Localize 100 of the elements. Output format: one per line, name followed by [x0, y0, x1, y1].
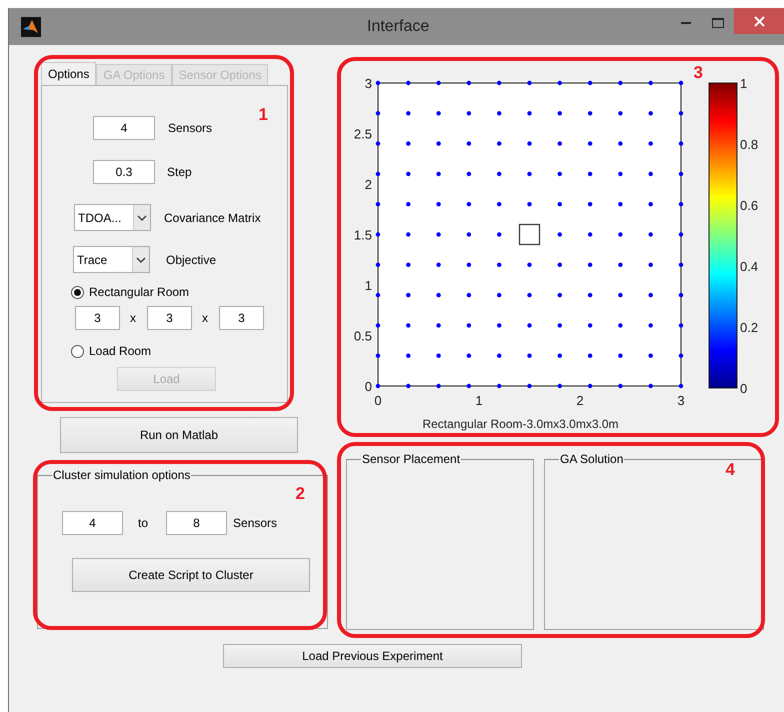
- data-point: [406, 141, 410, 146]
- field-label: Objective: [166, 252, 216, 266]
- load-previous-button[interactable]: Load Previous Experiment: [223, 644, 522, 668]
- data-point: [497, 292, 502, 298]
- dropdown[interactable]: TDOA...: [74, 204, 151, 231]
- data-point: [618, 141, 623, 146]
- radio-label: Rectangular Room: [89, 285, 190, 299]
- data-point: [406, 111, 410, 116]
- data-point: [406, 202, 410, 206]
- data-point: [558, 80, 562, 86]
- unit-label: Sensors: [233, 516, 278, 530]
- group-title: Cluster simulation options: [52, 468, 192, 482]
- data-point: [648, 202, 653, 206]
- data-point: [678, 384, 684, 388]
- colorbar-tick-label: 1: [740, 76, 748, 91]
- annotation-number: 4: [726, 460, 735, 480]
- colorbar-tick-label: 0.4: [740, 259, 758, 274]
- data-point: [406, 80, 410, 86]
- room-size-field[interactable]: 3: [219, 306, 264, 330]
- max-sensors-field[interactable]: 8: [166, 511, 228, 535]
- data-point: [466, 354, 472, 358]
- y-tick-label: 0.5: [354, 328, 372, 344]
- data-point: [497, 202, 502, 206]
- app-logo-icon: [21, 17, 41, 37]
- maximize-icon: [712, 18, 724, 28]
- data-point: [678, 232, 684, 237]
- data-point: [618, 292, 623, 298]
- room-size-field[interactable]: 3: [147, 306, 192, 330]
- y-tick-label: 0: [364, 379, 372, 394]
- dropdown[interactable]: Trace: [73, 246, 150, 273]
- data-point: [376, 172, 380, 176]
- data-point: [618, 111, 623, 116]
- data-point: [678, 354, 684, 358]
- data-point: [648, 141, 653, 146]
- data-point: [466, 111, 472, 116]
- min-sensors-field[interactable]: 4: [62, 511, 123, 535]
- data-point: [678, 292, 684, 298]
- data-point: [648, 111, 653, 116]
- data-point: [466, 292, 472, 298]
- data-point: [648, 262, 653, 267]
- window-title: Interface: [367, 18, 430, 36]
- data-point: [678, 141, 684, 146]
- data-point: [558, 292, 562, 298]
- data-point: [527, 202, 532, 206]
- data-point: [527, 384, 532, 388]
- data-point: [497, 232, 502, 237]
- x-tick-label: 3: [677, 393, 685, 408]
- minimize-icon: [681, 22, 691, 24]
- room-size-field[interactable]: 3: [75, 306, 120, 330]
- data-point: [558, 111, 562, 116]
- field-label: Sensors: [168, 121, 212, 135]
- data-point: [618, 262, 623, 267]
- radio-label: Load Room: [89, 344, 152, 358]
- data-point: [618, 354, 623, 358]
- create-script-button[interactable]: Create Script to Cluster: [72, 558, 310, 592]
- data-point: [436, 232, 441, 237]
- radio-button[interactable]: [71, 286, 84, 298]
- data-point: [527, 141, 532, 146]
- y-tick-label: 3: [364, 76, 372, 91]
- tab[interactable]: Options: [41, 62, 96, 85]
- data-point: [648, 323, 653, 328]
- data-point: [588, 141, 592, 146]
- close-icon: [754, 16, 764, 26]
- radio-button[interactable]: [71, 344, 84, 358]
- field-label: Step: [167, 165, 192, 179]
- x-tick-label: 0: [374, 393, 382, 408]
- data-point: [588, 80, 592, 86]
- data-point: [436, 262, 441, 267]
- data-point: [588, 323, 592, 328]
- data-point: [497, 80, 502, 86]
- data-point: [436, 323, 441, 328]
- data-point: [466, 232, 472, 237]
- data-point: [466, 172, 472, 176]
- data-point: [678, 111, 684, 116]
- data-point: [406, 323, 410, 328]
- caret-icon: [133, 205, 150, 230]
- data-point: [466, 262, 472, 267]
- data-point: [466, 141, 472, 146]
- data-point: [648, 80, 653, 86]
- data-point: [497, 172, 502, 176]
- step-field[interactable]: 0.3: [93, 160, 155, 184]
- data-point: [527, 354, 532, 358]
- data-point: [588, 384, 592, 388]
- data-point: [436, 80, 441, 86]
- data-point: [558, 141, 562, 146]
- data-point: [436, 292, 441, 298]
- data-point: [376, 202, 380, 206]
- run-button[interactable]: Run on Matlab: [60, 417, 298, 453]
- data-point: [558, 354, 562, 358]
- close-button[interactable]: [734, 8, 784, 34]
- sensors-field[interactable]: 4: [93, 116, 155, 140]
- data-point: [497, 262, 502, 267]
- separator-label: x: [130, 311, 136, 325]
- data-point: [527, 323, 532, 328]
- data-point: [558, 384, 562, 388]
- annotation-number: 3: [694, 63, 703, 83]
- x-tick-label: 1: [475, 393, 483, 408]
- data-point: [527, 80, 532, 86]
- range-label: to: [138, 516, 148, 530]
- data-point: [588, 111, 592, 116]
